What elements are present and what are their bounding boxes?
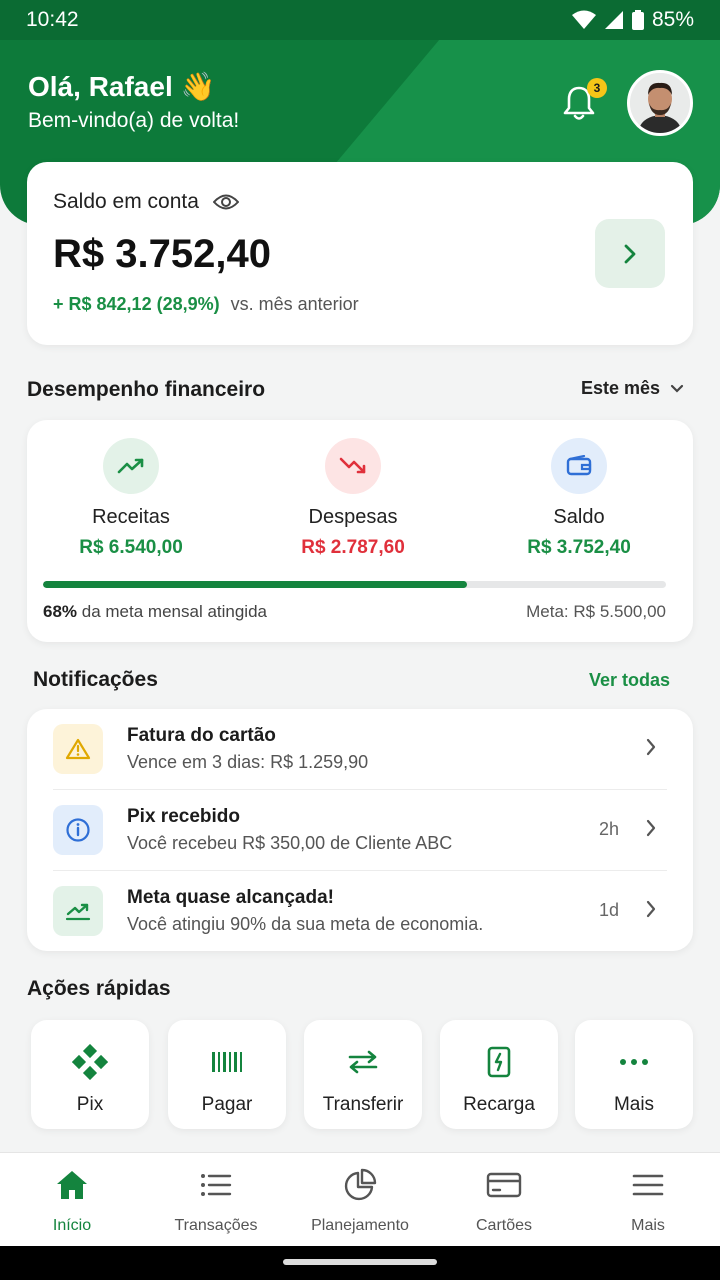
balance-comparison: vs. mês anterior — [230, 294, 359, 314]
info-icon — [53, 805, 103, 855]
notification-item[interactable]: Pix recebido Você recebeu R$ 350,00 de C… — [27, 790, 693, 871]
notification-description: Vence em 3 dias: R$ 1.259,90 — [127, 752, 369, 772]
status-time: 10:42 — [26, 8, 79, 31]
trending-up-icon — [103, 438, 159, 494]
system-navigation-bar — [0, 1246, 720, 1280]
saldo-label: Saldo — [553, 506, 605, 528]
quick-action-label: Recarga — [463, 1094, 535, 1115]
wave-emoji: 👋 — [180, 71, 216, 102]
notification-badge: 3 — [587, 78, 607, 98]
goal-text: da meta mensal atingida — [81, 602, 267, 621]
greeting-subtitle: Bem-vindo(a) de volta! — [28, 109, 240, 132]
balance-amount: R$ 3.752,40 — [53, 232, 271, 276]
balance-card: Saldo em conta R$ 3.752,40 + R$ 842,12 (… — [27, 162, 693, 345]
income-value: R$ 6.540,00 — [79, 537, 183, 558]
nav-label: Cartões — [475, 1217, 533, 1234]
trending-down-icon — [325, 438, 381, 494]
notifications-title: Notificações — [33, 668, 158, 691]
home-gesture-handle[interactable] — [283, 1259, 437, 1265]
notification-time: 2h — [598, 819, 619, 839]
pix-icon — [31, 1042, 149, 1082]
notification-item[interactable]: Fatura do cartão Vence em 3 dias: R$ 1.2… — [27, 709, 693, 790]
expenses-value: R$ 2.787,60 — [301, 537, 405, 558]
quick-action-label: Transferir — [322, 1094, 404, 1115]
saldo-value: R$ 3.752,40 — [527, 537, 631, 558]
transfer-icon — [304, 1042, 422, 1082]
barcode-icon — [168, 1042, 286, 1082]
chevron-down-icon — [670, 384, 684, 393]
notification-description: Você atingiu 90% da sua meta de economia… — [127, 914, 484, 934]
greeting-text: Olá, Rafael — [28, 70, 173, 102]
goal-percent: 68% — [43, 602, 78, 621]
nav-item-planning[interactable]: Planejamento — [288, 1167, 432, 1235]
chevron-right-icon — [624, 244, 636, 263]
quick-action-label: Mais — [613, 1094, 655, 1115]
bottom-navigation: Início Transações Planejamento Cartões M… — [0, 1152, 720, 1246]
wallet-icon — [551, 438, 607, 494]
nav-item-more[interactable]: Mais — [576, 1167, 720, 1235]
notifications-button[interactable]: 3 — [562, 78, 607, 122]
more-dots-icon — [575, 1042, 693, 1082]
nav-item-transactions[interactable]: Transações — [144, 1167, 288, 1235]
phone-recharge-icon — [440, 1042, 558, 1082]
pay-button[interactable]: Pagar — [168, 1020, 286, 1129]
goal-progress-bar — [43, 581, 666, 588]
quick-action-label: Pagar — [201, 1094, 253, 1115]
see-all-link[interactable]: Ver todas — [589, 670, 670, 691]
period-selector[interactable]: Este mês — [581, 378, 684, 399]
card-icon — [432, 1167, 576, 1203]
chevron-right-icon — [646, 819, 656, 837]
income-summary[interactable]: Receitas R$ 6.540,00 — [31, 438, 231, 559]
battery-level: 85% — [651, 8, 694, 31]
chart-up-icon — [53, 886, 103, 936]
notification-title: Fatura do cartão — [127, 725, 276, 746]
wifi-icon — [571, 10, 596, 29]
saldo-summary[interactable]: Saldo R$ 3.752,40 — [479, 438, 679, 559]
avatar[interactable] — [627, 70, 693, 136]
warning-icon — [53, 724, 103, 774]
menu-icon — [576, 1167, 720, 1203]
signal-icon — [604, 11, 623, 29]
eye-icon[interactable] — [212, 193, 239, 211]
nav-label: Transações — [174, 1217, 258, 1234]
notification-description: Você recebeu R$ 350,00 de Cliente ABC — [127, 833, 453, 853]
notification-title: Meta quase alcançada! — [127, 887, 334, 908]
greeting-block: Olá, Rafael 👋 Bem-vindo(a) de volta! — [28, 70, 239, 133]
period-label: Este mês — [581, 378, 661, 398]
expenses-summary[interactable]: Despesas R$ 2.787,60 — [253, 438, 453, 559]
nav-label: Mais — [631, 1217, 665, 1234]
notification-title: Pix recebido — [127, 806, 240, 827]
pix-button[interactable]: Pix — [31, 1020, 149, 1129]
transfer-button[interactable]: Transferir — [304, 1020, 422, 1129]
more-actions-button[interactable]: Mais — [575, 1020, 693, 1129]
quick-action-label: Pix — [76, 1094, 104, 1115]
list-icon — [144, 1167, 288, 1203]
nav-item-cards[interactable]: Cartões — [432, 1167, 576, 1235]
recharge-button[interactable]: Recarga — [440, 1020, 558, 1129]
battery-icon — [631, 10, 644, 30]
pie-chart-icon — [288, 1167, 432, 1203]
balance-change: + R$ 842,12 (28,9%) — [53, 294, 220, 314]
notifications-card: Fatura do cartão Vence em 3 dias: R$ 1.2… — [27, 709, 693, 951]
nav-label: Início — [52, 1217, 92, 1234]
nav-item-home[interactable]: Início — [0, 1167, 144, 1235]
goal-target: Meta: R$ 5.500,00 — [526, 602, 666, 621]
nav-label: Planejamento — [311, 1217, 409, 1234]
goal-caption: 68% da meta mensal atingida — [43, 602, 267, 622]
profile-photo — [630, 73, 690, 133]
income-label: Receitas — [92, 506, 170, 528]
balance-label: Saldo em conta — [53, 190, 199, 213]
notification-time: 1d — [598, 900, 619, 920]
goal-progress-fill — [43, 581, 467, 588]
performance-title: Desempenho financeiro — [27, 378, 266, 401]
quick-actions-title: Ações rápidas — [27, 977, 171, 1000]
performance-card: Receitas R$ 6.540,00 Despesas R$ 2.787,6… — [27, 420, 693, 642]
expenses-label: Despesas — [308, 506, 398, 528]
home-icon — [0, 1167, 144, 1203]
status-bar: 10:42 85% — [0, 0, 720, 40]
chevron-right-icon — [646, 738, 656, 756]
chevron-right-icon — [646, 900, 656, 918]
balance-details-button[interactable] — [595, 219, 665, 288]
notification-item[interactable]: Meta quase alcançada! Você atingiu 90% d… — [27, 871, 693, 952]
